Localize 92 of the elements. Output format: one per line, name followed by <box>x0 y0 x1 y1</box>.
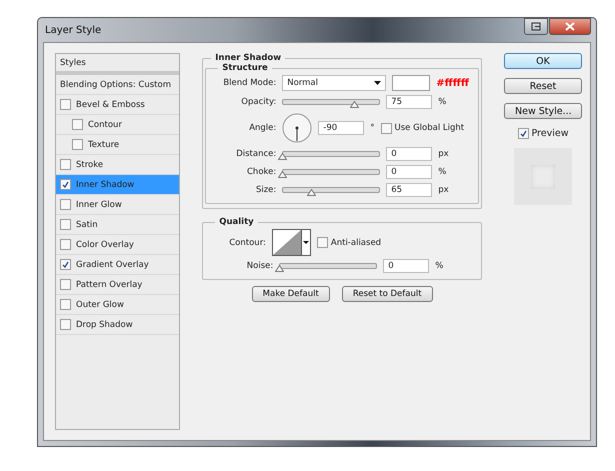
value-field[interactable]: 0 <box>386 147 432 161</box>
style-label: Bevel & Emboss <box>76 100 145 110</box>
style-label: Color Overlay <box>76 240 134 250</box>
style-item[interactable]: Outer Glow <box>56 295 180 315</box>
close-icon <box>565 22 575 31</box>
window-icon <box>531 22 541 31</box>
checkbox[interactable] <box>72 119 83 130</box>
dialog-button[interactable]: Reset <box>504 78 582 94</box>
value-field[interactable]: 75 <box>386 95 432 109</box>
style-item[interactable]: Gradient Overlay <box>56 255 180 275</box>
style-item[interactable]: Contour <box>56 115 180 135</box>
unit-label: % <box>438 167 448 177</box>
style-label: Pattern Overlay <box>76 280 142 290</box>
field-label: Contour: <box>229 238 266 248</box>
style-item[interactable]: Color Overlay <box>56 235 180 255</box>
checkbox[interactable] <box>60 319 71 330</box>
unit-label: px <box>438 149 450 159</box>
unit-label: % <box>438 97 448 107</box>
group-title: Quality <box>218 217 255 227</box>
unit-label: ° <box>370 123 374 133</box>
checkbox[interactable] <box>60 159 71 170</box>
field-label: Distance: <box>235 149 276 159</box>
style-item[interactable]: Inner Shadow <box>56 175 180 195</box>
slider[interactable] <box>282 99 380 105</box>
checkbox[interactable] <box>60 259 71 270</box>
checkbox[interactable] <box>380 122 392 134</box>
style-item[interactable]: Bevel & Emboss <box>56 95 180 115</box>
checkbox[interactable] <box>60 239 71 250</box>
window-title: Layer Style <box>44 24 102 36</box>
style-item[interactable]: Texture <box>56 135 180 155</box>
slider-thumb[interactable] <box>278 153 288 160</box>
close-button[interactable] <box>549 18 591 35</box>
angle-field[interactable]: -90 <box>318 121 364 135</box>
slider-thumb[interactable] <box>350 101 360 108</box>
style-item[interactable]: Pattern Overlay <box>56 275 180 295</box>
style-item[interactable]: Satin <box>56 215 180 235</box>
checkbox-label: Use Global Light <box>394 123 464 133</box>
checkbox[interactable] <box>60 299 71 310</box>
checkbox[interactable] <box>316 237 328 248</box>
checkbox[interactable] <box>72 139 83 150</box>
checkbox[interactable] <box>518 128 528 139</box>
style-label: Outer Glow <box>76 300 124 310</box>
blending-options-item[interactable]: Blending Options: Custom <box>56 75 180 95</box>
contour-picker[interactable] <box>272 229 311 256</box>
style-item[interactable]: Inner Glow <box>56 195 180 215</box>
unit-label: px <box>438 185 450 195</box>
value-field[interactable]: 0 <box>383 259 430 273</box>
field-label: Angle: <box>248 123 276 133</box>
caret-icon <box>374 81 382 85</box>
style-label: Inner Shadow <box>76 180 134 190</box>
value-field[interactable]: 0 <box>386 165 432 179</box>
group-title: Structure <box>221 63 269 73</box>
checkbox-label: Preview <box>532 128 568 139</box>
field-label: Blend Mode: <box>222 78 276 88</box>
contour-curve-icon <box>272 230 301 255</box>
slider-thumb[interactable] <box>307 189 316 196</box>
preview-thumbnail <box>514 148 572 205</box>
style-label: Gradient Overlay <box>76 260 149 270</box>
color-swatch[interactable] <box>392 75 430 91</box>
dialog-button[interactable]: New Style... <box>504 103 582 119</box>
field-label: Size: <box>254 185 276 195</box>
checkbox[interactable] <box>60 179 71 190</box>
style-label: Satin <box>76 220 98 230</box>
dialog-button[interactable]: OK <box>504 53 582 69</box>
style-label: Drop Shadow <box>76 320 133 330</box>
value-field[interactable]: 65 <box>386 183 432 197</box>
checkbox[interactable] <box>60 99 71 110</box>
checkbox[interactable] <box>60 219 71 230</box>
style-label: Contour <box>88 120 122 130</box>
default-button[interactable]: Reset to Default <box>342 286 433 302</box>
blend-mode-dropdown[interactable]: Normal <box>282 75 386 91</box>
field-label: Opacity: <box>240 97 276 107</box>
style-label: Texture <box>88 140 120 150</box>
style-label: Inner Glow <box>76 200 122 210</box>
caret-icon <box>300 230 310 255</box>
angle-dial[interactable] <box>282 113 312 143</box>
default-button[interactable]: Make Default <box>252 286 330 302</box>
window-button[interactable] <box>524 18 548 35</box>
style-item[interactable]: Drop Shadow <box>56 315 180 335</box>
unit-label: % <box>435 261 444 271</box>
group-title: Inner Shadow <box>214 53 282 63</box>
checkbox-label: Anti-aliased <box>330 238 382 248</box>
color-code: #ffffff <box>436 78 469 88</box>
field-label: Choke: <box>246 167 276 177</box>
slider[interactable] <box>282 187 380 193</box>
field-label: Noise: <box>246 261 274 271</box>
checkbox[interactable] <box>60 199 71 210</box>
checkbox[interactable] <box>60 279 71 290</box>
slider-thumb[interactable] <box>275 265 284 272</box>
list-header: Styles <box>56 54 180 75</box>
slider-thumb[interactable] <box>278 171 288 178</box>
style-label: Stroke <box>76 160 104 170</box>
